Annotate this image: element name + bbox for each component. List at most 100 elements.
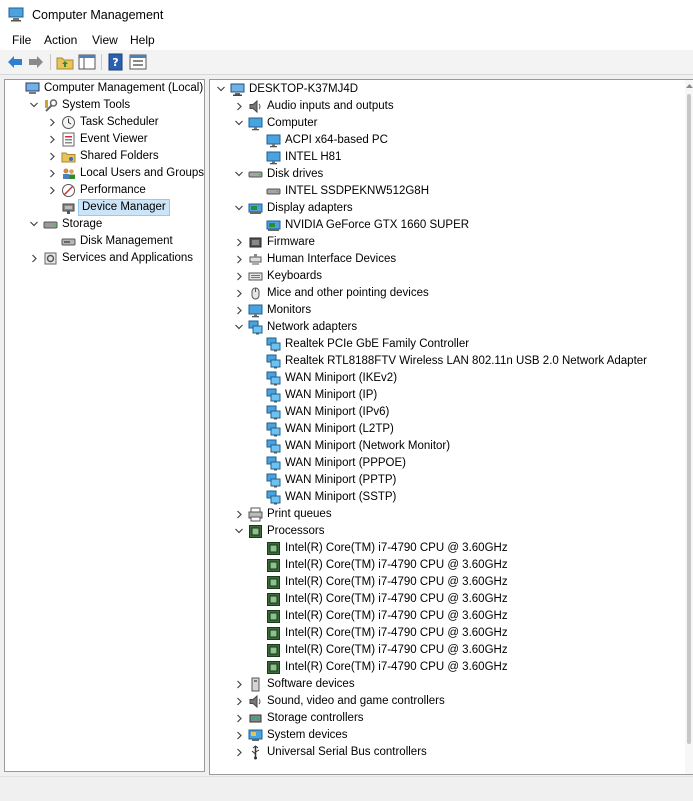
device-tree-item[interactable]: Processors xyxy=(210,523,684,540)
device-tree-item[interactable]: Intel(R) Core(TM) i7-4790 CPU @ 3.60GHz xyxy=(210,540,684,557)
hid-icon xyxy=(248,252,263,267)
device-tree-item[interactable]: Intel(R) Core(TM) i7-4790 CPU @ 3.60GHz xyxy=(210,659,684,676)
console-tree-pane[interactable]: Computer Management (Local) System Tools T… xyxy=(4,79,205,772)
device-tree-item[interactable]: INTEL H81 xyxy=(210,149,684,166)
expand-chevron-down-icon[interactable] xyxy=(216,81,226,98)
device-tree-item[interactable]: Mice and other pointing devices xyxy=(210,285,684,302)
console-tree-item[interactable]: System Tools xyxy=(5,97,202,114)
expand-chevron-right-icon[interactable] xyxy=(234,285,244,302)
console-tree-item[interactable]: Services and Applications xyxy=(5,250,202,267)
device-tree-item[interactable]: Universal Serial Bus controllers xyxy=(210,744,684,761)
device-tree-item[interactable]: Intel(R) Core(TM) i7-4790 CPU @ 3.60GHz xyxy=(210,591,684,608)
device-tree-item[interactable]: WAN Miniport (SSTP) xyxy=(210,489,684,506)
console-tree-item[interactable]: Event Viewer xyxy=(5,131,202,148)
console-tree-item[interactable]: Performance xyxy=(5,182,202,199)
device-tree-item[interactable]: WAN Miniport (IKEv2) xyxy=(210,370,684,387)
expand-chevron-right-icon[interactable] xyxy=(234,693,244,710)
expand-chevron-right-icon[interactable] xyxy=(47,182,57,199)
up-folder-icon[interactable] xyxy=(56,53,74,71)
monitor-icon xyxy=(266,150,281,165)
device-tree-item[interactable]: Storage controllers xyxy=(210,710,684,727)
expand-chevron-down-icon[interactable] xyxy=(234,166,244,183)
console-tree-item[interactable]: Disk Management xyxy=(5,233,202,250)
expand-chevron-down-icon[interactable] xyxy=(234,523,244,540)
tree-item-label: Audio inputs and outputs xyxy=(267,100,394,112)
help-icon[interactable]: ? xyxy=(107,53,125,71)
properties-icon[interactable] xyxy=(129,53,147,71)
device-tree-item[interactable]: WAN Miniport (PPPOE) xyxy=(210,455,684,472)
device-tree-item[interactable]: DESKTOP-K37MJ4D xyxy=(210,81,684,98)
device-tree-item[interactable]: Software devices xyxy=(210,676,684,693)
console-tree-item[interactable]: Local Users and Groups xyxy=(5,165,204,182)
device-tree-item[interactable]: INTEL SSDPEKNW512G8H xyxy=(210,183,684,200)
device-tree-item[interactable]: WAN Miniport (PPTP) xyxy=(210,472,684,489)
expand-chevron-right-icon[interactable] xyxy=(234,506,244,523)
title-bar: Computer Management xyxy=(0,0,693,30)
device-tree-item[interactable]: Intel(R) Core(TM) i7-4790 CPU @ 3.60GHz xyxy=(210,608,684,625)
device-tree-item[interactable]: NVIDIA GeForce GTX 1660 SUPER xyxy=(210,217,684,234)
expand-chevron-right-icon[interactable] xyxy=(29,250,39,267)
expand-chevron-right-icon[interactable] xyxy=(234,302,244,319)
processor-icon xyxy=(266,558,281,573)
device-tree-item[interactable]: WAN Miniport (IPv6) xyxy=(210,404,684,421)
expand-chevron-right-icon[interactable] xyxy=(234,727,244,744)
device-tree-item[interactable]: Print queues xyxy=(210,506,684,523)
device-tree-item[interactable]: Realtek RTL8188FTV Wireless LAN 802.11n … xyxy=(210,353,684,370)
device-tree-item[interactable]: ACPI x64-based PC xyxy=(210,132,684,149)
expand-chevron-right-icon[interactable] xyxy=(234,98,244,115)
device-tree-item[interactable]: Intel(R) Core(TM) i7-4790 CPU @ 3.60GHz xyxy=(210,574,684,591)
expand-chevron-right-icon[interactable] xyxy=(47,131,57,148)
device-tree-item[interactable]: WAN Miniport (Network Monitor) xyxy=(210,438,684,455)
expand-chevron-right-icon[interactable] xyxy=(47,114,57,131)
show-hide-tree-icon[interactable] xyxy=(78,53,96,71)
menu-view[interactable]: View xyxy=(92,33,118,47)
expand-chevron-right-icon[interactable] xyxy=(234,676,244,693)
menu-action[interactable]: Action xyxy=(44,33,77,47)
console-tree-item[interactable]: Shared Folders xyxy=(5,148,202,165)
device-tree-item[interactable]: System devices xyxy=(210,727,684,744)
back-arrow-icon[interactable] xyxy=(6,53,24,71)
menu-help[interactable]: Help xyxy=(130,33,155,47)
device-tree-item[interactable]: Intel(R) Core(TM) i7-4790 CPU @ 3.60GHz xyxy=(210,625,684,642)
device-tree-item[interactable]: Display adapters xyxy=(210,200,684,217)
forward-arrow-icon[interactable] xyxy=(27,53,45,71)
device-tree-item[interactable]: Intel(R) Core(TM) i7-4790 CPU @ 3.60GHz xyxy=(210,642,684,659)
tree-item-label: INTEL H81 xyxy=(285,151,342,163)
expand-chevron-down-icon[interactable] xyxy=(29,97,39,114)
device-tree-item[interactable]: Monitors xyxy=(210,302,684,319)
expand-chevron-right-icon[interactable] xyxy=(234,710,244,727)
expand-chevron-right-icon[interactable] xyxy=(47,148,57,165)
expand-chevron-right-icon[interactable] xyxy=(234,234,244,251)
device-tree-item[interactable]: WAN Miniport (L2TP) xyxy=(210,421,684,438)
scrollbar-thumb[interactable] xyxy=(687,94,691,744)
expand-chevron-down-icon[interactable] xyxy=(234,200,244,217)
network-icon xyxy=(266,354,281,369)
device-tree-item[interactable]: WAN Miniport (IP) xyxy=(210,387,684,404)
device-tree-pane[interactable]: DESKTOP-K37MJ4D Audio inputs and outputs C… xyxy=(209,79,693,775)
expand-chevron-right-icon[interactable] xyxy=(47,165,57,182)
expand-chevron-right-icon[interactable] xyxy=(234,268,244,285)
tree-item-label: Processors xyxy=(267,525,325,537)
device-tree-item[interactable]: Audio inputs and outputs xyxy=(210,98,684,115)
menu-file[interactable]: File xyxy=(12,33,31,47)
device-tree-item[interactable]: Computer xyxy=(210,115,684,132)
device-tree-item[interactable]: Disk drives xyxy=(210,166,684,183)
expand-chevron-right-icon[interactable] xyxy=(234,744,244,761)
device-tree-item[interactable]: Realtek PCIe GbE Family Controller xyxy=(210,336,684,353)
device-tree-item[interactable]: Firmware xyxy=(210,234,684,251)
scroll-up-arrow-icon[interactable] xyxy=(686,82,693,90)
console-tree-item[interactable]: Storage xyxy=(5,216,202,233)
console-tree-item[interactable]: Computer Management (Local) xyxy=(5,80,203,97)
vertical-scrollbar[interactable] xyxy=(685,80,693,774)
device-tree-item[interactable]: Intel(R) Core(TM) i7-4790 CPU @ 3.60GHz xyxy=(210,557,684,574)
device-tree-item[interactable]: Human Interface Devices xyxy=(210,251,684,268)
console-tree-item[interactable]: Device Manager xyxy=(5,199,202,216)
expand-chevron-down-icon[interactable] xyxy=(234,319,244,336)
device-tree-item[interactable]: Keyboards xyxy=(210,268,684,285)
device-tree-item[interactable]: Network adapters xyxy=(210,319,684,336)
expand-chevron-down-icon[interactable] xyxy=(29,216,39,233)
expand-chevron-down-icon[interactable] xyxy=(234,115,244,132)
expand-chevron-right-icon[interactable] xyxy=(234,251,244,268)
device-tree-item[interactable]: Sound, video and game controllers xyxy=(210,693,684,710)
console-tree-item[interactable]: Task Scheduler xyxy=(5,114,202,131)
